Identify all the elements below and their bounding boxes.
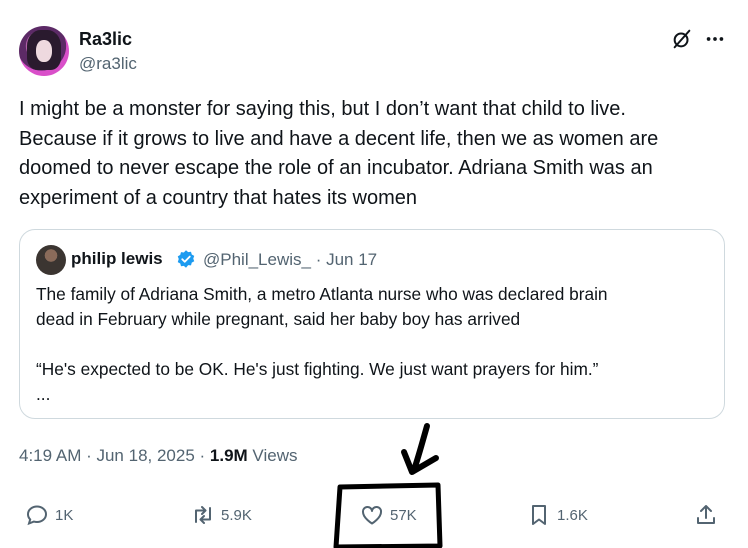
like-button[interactable]: 57K [360, 503, 417, 527]
tweet-line: Because if it grows to live and have a d… [19, 127, 659, 150]
more-options-icon[interactable] [704, 28, 726, 50]
reply-count: 1K [55, 506, 74, 524]
quote-author-handle: @Phil_Lewis_ · Jun 17 [203, 250, 378, 269]
quote-text: The family of Adriana Smith, a metro Atl… [36, 282, 711, 407]
verified-badge-icon [177, 250, 195, 268]
author-handle[interactable]: @ra3lic [79, 54, 137, 74]
quote-line: “He's expected to be OK. He's just fight… [36, 359, 599, 379]
bookmark-count: 1.6K [557, 506, 588, 524]
repost-icon [195, 506, 211, 524]
action-bar: 1K 5.9K 57K 1.6K [0, 503, 748, 537]
avatar-face [36, 40, 52, 62]
share-button[interactable] [694, 503, 718, 527]
tweet-line: doomed to never escape the role of an in… [19, 157, 653, 179]
quote-line: ... [36, 384, 51, 404]
bookmark-button[interactable]: 1.6K [527, 503, 588, 527]
share-icon [697, 505, 715, 524]
like-count: 57K [390, 506, 417, 524]
tweet-line: experiment of a country that hates its w… [19, 186, 417, 209]
bookmark-icon [532, 505, 546, 525]
quote-author-name: philip lewis [71, 249, 163, 268]
author-name[interactable]: Ra3lic [79, 29, 132, 50]
quote-line: dead in February while pregnant, said he… [36, 309, 521, 329]
heart-icon [362, 505, 382, 525]
tweet-line: I might be a monster for saying this, bu… [19, 98, 626, 120]
author-avatar[interactable] [19, 26, 69, 76]
views-label: Views [247, 446, 298, 465]
reply-icon [26, 505, 48, 526]
grok-icon[interactable] [671, 28, 693, 50]
views-count: 1.9M [209, 446, 248, 465]
quote-line: The family of Adriana Smith, a metro Atl… [36, 284, 608, 304]
timestamp[interactable]: 4:19 AM · Jun 18, 2025 · [19, 446, 210, 465]
reply-button[interactable]: 1K [25, 503, 73, 527]
quote-author-avatar [36, 245, 66, 275]
repost-count: 5.9K [221, 506, 252, 524]
tweet-meta: 4:19 AM · Jun 18, 2025 · 1.9M Views [19, 446, 297, 466]
quoted-tweet[interactable]: philip lewis @Phil_Lewis_ · Jun 17 The f… [19, 229, 725, 419]
tweet-text: I might be a monster for saying this, bu… [19, 95, 731, 213]
repost-button[interactable]: 5.9K [191, 503, 252, 527]
